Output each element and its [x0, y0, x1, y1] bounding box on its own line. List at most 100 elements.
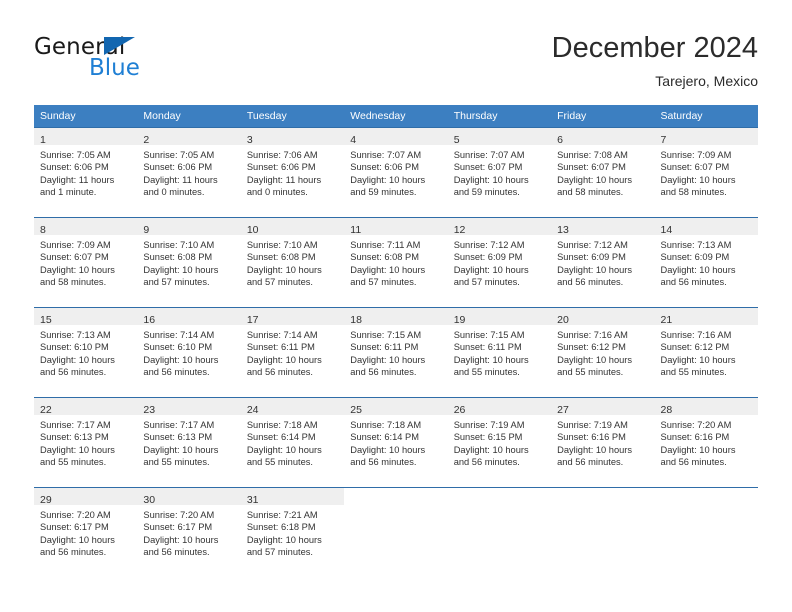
- day-info: Sunrise: 7:15 AM Sunset: 6:11 PM Daylight:…: [344, 325, 447, 378]
- day-cell-empty: [447, 487, 552, 577]
- day-number-band: 29: [34, 488, 138, 506]
- sunrise-text: Sunrise: 7:20 AM: [660, 420, 732, 430]
- sunrise-text: Sunrise: 7:15 AM: [350, 330, 422, 340]
- daylight-text-line2: and 56 minutes.: [40, 546, 107, 557]
- calendar-day-cell[interactable]: 27 Sunrise: 7:19 AM Sunset: 6:16 PM Dayligh…: [551, 397, 655, 487]
- day-info: Sunrise: 7:10 AM Sunset: 6:08 PM Daylight:…: [241, 235, 344, 288]
- calendar-day-cell[interactable]: 4 Sunrise: 7:07 AM Sunset: 6:06 PM Daylight…: [344, 127, 448, 217]
- weekday-header-friday: Friday: [551, 105, 655, 127]
- day-info: Sunrise: 7:15 AM Sunset: 6:11 PM Daylight:…: [448, 325, 551, 378]
- daylight-text-line2: and 57 minutes.: [246, 546, 313, 557]
- calendar-day-cell[interactable]: 2 Sunrise: 7:05 AM Sunset: 6:06 PM Daylight…: [137, 127, 241, 217]
- daylight-text-line1: Daylight: 10 hours: [143, 354, 219, 365]
- calendar-day-cell[interactable]: 22 Sunrise: 7:17 AM Sunset: 6:13 PM Dayligh…: [34, 397, 138, 487]
- calendar-day-cell[interactable]: 17 Sunrise: 7:14 AM Sunset: 6:11 PM Dayligh…: [240, 307, 345, 397]
- day-number: 23: [143, 404, 156, 416]
- daylight-text-line1: Daylight: 10 hours: [246, 534, 322, 545]
- daylight-text-line1: Daylight: 10 hours: [143, 534, 219, 545]
- day-info: Sunrise: 7:14 AM Sunset: 6:11 PM Daylight:…: [241, 325, 344, 378]
- calendar-day-cell[interactable]: 31 Sunrise: 7:21 AM Sunset: 6:18 PM Dayligh…: [240, 487, 345, 577]
- day-cell-content: 17 Sunrise: 7:14 AM Sunset: 6:11 PM Dayligh…: [240, 307, 345, 397]
- sunrise-text: Sunrise: 7:17 AM: [143, 420, 215, 430]
- day-cell-content: 6 Sunrise: 7:08 AM Sunset: 6:07 PM Daylight…: [551, 127, 655, 217]
- sunset-text: Sunset: 6:07 PM: [40, 252, 109, 263]
- day-cell-content: 2 Sunrise: 7:05 AM Sunset: 6:06 PM Daylight…: [137, 127, 241, 217]
- day-cell-content: 26 Sunrise: 7:19 AM Sunset: 6:15 PM Dayligh…: [447, 397, 552, 487]
- weekday-header-thursday: Thursday: [447, 105, 552, 127]
- calendar-day-cell[interactable]: 5 Sunrise: 7:07 AM Sunset: 6:07 PM Daylight…: [447, 127, 552, 217]
- day-number: 22: [40, 404, 52, 416]
- day-number: 28: [660, 404, 673, 416]
- calendar-day-cell[interactable]: 3 Sunrise: 7:06 AM Sunset: 6:06 PM Daylight…: [240, 127, 345, 217]
- day-cell-content: 5 Sunrise: 7:07 AM Sunset: 6:07 PM Daylight…: [447, 127, 552, 217]
- day-number: 24: [246, 404, 259, 416]
- daylight-text-line1: Daylight: 10 hours: [660, 354, 736, 365]
- calendar-day-cell[interactable]: [447, 487, 552, 577]
- calendar-day-cell[interactable]: 10 Sunrise: 7:10 AM Sunset: 6:08 PM Dayligh…: [240, 217, 345, 307]
- calendar-day-cell[interactable]: 19 Sunrise: 7:15 AM Sunset: 6:11 PM Dayligh…: [447, 307, 552, 397]
- day-number: 26: [453, 404, 466, 416]
- calendar-day-cell[interactable]: 14 Sunrise: 7:13 AM Sunset: 6:09 PM Dayligh…: [654, 217, 758, 307]
- sunset-text: Sunset: 6:08 PM: [143, 252, 213, 263]
- calendar-day-cell[interactable]: 1 Sunrise: 7:05 AM Sunset: 6:06 PM Daylight…: [34, 127, 138, 217]
- calendar-day-cell[interactable]: 18 Sunrise: 7:15 AM Sunset: 6:11 PM Dayligh…: [344, 307, 448, 397]
- calendar-day-cell[interactable]: 26 Sunrise: 7:19 AM Sunset: 6:15 PM Dayligh…: [447, 397, 552, 487]
- calendar-day-cell[interactable]: 9 Sunrise: 7:10 AM Sunset: 6:08 PM Daylight…: [137, 217, 241, 307]
- day-number-band: 13: [551, 218, 655, 236]
- sunrise-text: Sunrise: 7:16 AM: [660, 330, 732, 340]
- sunset-text: Sunset: 6:11 PM: [246, 342, 315, 353]
- daylight-text-line2: and 0 minutes.: [246, 186, 308, 197]
- day-cell-content: 3 Sunrise: 7:06 AM Sunset: 6:06 PM Daylight…: [240, 127, 345, 217]
- day-info: Sunrise: 7:20 AM Sunset: 6:17 PM Daylight:…: [137, 505, 240, 558]
- calendar-day-cell[interactable]: 24 Sunrise: 7:18 AM Sunset: 6:14 PM Dayligh…: [240, 397, 345, 487]
- calendar-day-cell[interactable]: 12 Sunrise: 7:12 AM Sunset: 6:09 PM Dayligh…: [447, 217, 552, 307]
- day-number: 11: [350, 224, 362, 236]
- calendar-day-cell[interactable]: 6 Sunrise: 7:08 AM Sunset: 6:07 PM Daylight…: [551, 127, 655, 217]
- calendar-day-cell[interactable]: [654, 487, 758, 577]
- calendar-day-cell[interactable]: 13 Sunrise: 7:12 AM Sunset: 6:09 PM Dayligh…: [551, 217, 655, 307]
- calendar-day-cell[interactable]: 7 Sunrise: 7:09 AM Sunset: 6:07 PM Daylight…: [654, 127, 758, 217]
- calendar-day-cell[interactable]: [551, 487, 655, 577]
- day-number: 25: [350, 404, 362, 416]
- calendar-day-cell[interactable]: 25 Sunrise: 7:18 AM Sunset: 6:14 PM Dayligh…: [344, 397, 448, 487]
- calendar-day-cell[interactable]: 11 Sunrise: 7:11 AM Sunset: 6:08 PM Dayligh…: [344, 217, 448, 307]
- day-info: Sunrise: 7:17 AM Sunset: 6:13 PM Daylight:…: [34, 415, 137, 468]
- day-info: Sunrise: 7:13 AM Sunset: 6:10 PM Daylight:…: [34, 325, 137, 378]
- sunrise-text: Sunrise: 7:06 AM: [246, 150, 318, 160]
- day-number-band: 25: [344, 398, 448, 416]
- day-number-band: [448, 488, 551, 505]
- calendar-day-cell[interactable]: 15 Sunrise: 7:13 AM Sunset: 6:10 PM Dayligh…: [34, 307, 138, 397]
- day-number: 16: [143, 314, 156, 326]
- calendar-day-cell[interactable]: 23 Sunrise: 7:17 AM Sunset: 6:13 PM Dayligh…: [137, 397, 241, 487]
- day-info: Sunrise: 7:21 AM Sunset: 6:18 PM Daylight:…: [241, 505, 344, 558]
- calendar-day-cell[interactable]: [344, 487, 448, 577]
- day-cell-content: 28 Sunrise: 7:20 AM Sunset: 6:16 PM Dayligh…: [654, 397, 758, 487]
- calendar-week-row: 1 Sunrise: 7:05 AM Sunset: 6:06 PM Daylight…: [34, 127, 758, 217]
- daylight-text-line2: and 58 minutes.: [557, 186, 624, 197]
- calendar-day-cell[interactable]: 20 Sunrise: 7:16 AM Sunset: 6:12 PM Dayligh…: [551, 307, 655, 397]
- sunset-text: Sunset: 6:17 PM: [40, 522, 109, 533]
- day-number: 9: [143, 224, 150, 236]
- general-blue-logo[interactable]: General Blue: [34, 34, 234, 92]
- daylight-text-line2: and 58 minutes.: [660, 186, 727, 197]
- sunset-text: Sunset: 6:07 PM: [557, 162, 626, 173]
- calendar-week-row: 29 Sunrise: 7:20 AM Sunset: 6:17 PM Dayligh…: [34, 487, 758, 577]
- day-number: 3: [246, 134, 253, 146]
- sunset-text: Sunset: 6:15 PM: [453, 432, 523, 443]
- day-info: Sunrise: 7:08 AM Sunset: 6:07 PM Daylight:…: [551, 145, 654, 198]
- calendar-day-cell[interactable]: 28 Sunrise: 7:20 AM Sunset: 6:16 PM Dayligh…: [654, 397, 758, 487]
- day-number: 2: [143, 134, 150, 146]
- day-number: 1: [40, 134, 46, 146]
- daylight-text-line2: and 56 minutes.: [350, 366, 417, 377]
- day-cell-content: 9 Sunrise: 7:10 AM Sunset: 6:08 PM Daylight…: [137, 217, 241, 307]
- calendar-day-cell[interactable]: 16 Sunrise: 7:14 AM Sunset: 6:10 PM Dayligh…: [137, 307, 241, 397]
- calendar-day-cell[interactable]: 21 Sunrise: 7:16 AM Sunset: 6:12 PM Dayligh…: [654, 307, 758, 397]
- daylight-text-line2: and 55 minutes.: [143, 456, 210, 467]
- calendar-day-cell[interactable]: 29 Sunrise: 7:20 AM Sunset: 6:17 PM Dayligh…: [34, 487, 138, 577]
- daylight-text-line2: and 55 minutes.: [660, 366, 727, 377]
- day-info: Sunrise: 7:12 AM Sunset: 6:09 PM Daylight:…: [551, 235, 654, 288]
- calendar-day-cell[interactable]: 8 Sunrise: 7:09 AM Sunset: 6:07 PM Daylight…: [34, 217, 138, 307]
- calendar-body: 1 Sunrise: 7:05 AM Sunset: 6:06 PM Daylight…: [34, 127, 758, 577]
- calendar-day-cell[interactable]: 30 Sunrise: 7:20 AM Sunset: 6:17 PM Dayligh…: [137, 487, 241, 577]
- sunrise-text: Sunrise: 7:14 AM: [246, 330, 318, 340]
